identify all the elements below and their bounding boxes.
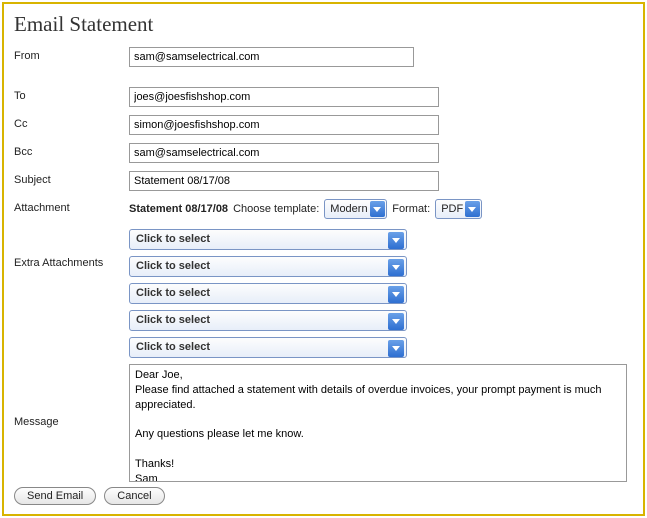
format-label: Format: <box>392 203 430 215</box>
label-from: From <box>14 47 129 62</box>
label-attachment: Attachment <box>14 199 129 214</box>
page-title: Email Statement <box>14 12 635 37</box>
send-email-button[interactable]: Send Email <box>14 487 96 505</box>
template-select-wrap[interactable]: Modern <box>324 199 387 219</box>
extra-attachment-4[interactable]: Click to select <box>129 310 407 331</box>
chevron-down-icon <box>388 232 404 249</box>
extra-attachment-3[interactable]: Click to select <box>129 283 407 304</box>
label-extra: Extra Attachments <box>14 227 129 269</box>
chevron-down-icon <box>388 340 404 357</box>
message-textarea[interactable] <box>129 364 627 482</box>
cancel-button[interactable]: Cancel <box>104 487 164 505</box>
label-to: To <box>14 87 129 102</box>
chevron-down-icon <box>388 313 404 330</box>
attachment-name: Statement 08/17/08 <box>129 203 228 215</box>
subject-input[interactable] <box>129 171 439 191</box>
label-bcc: Bcc <box>14 143 129 158</box>
extra-attachment-2[interactable]: Click to select <box>129 256 407 277</box>
label-message: Message <box>14 364 129 428</box>
bcc-input[interactable] <box>129 143 439 163</box>
chevron-down-icon <box>388 286 404 303</box>
email-statement-panel: Email Statement From To Cc Bcc Subject A… <box>2 2 645 516</box>
label-cc: Cc <box>14 115 129 130</box>
to-input[interactable] <box>129 87 439 107</box>
label-subject: Subject <box>14 171 129 186</box>
from-input[interactable] <box>129 47 414 67</box>
format-select[interactable]: PDF <box>435 199 482 219</box>
extra-attachment-1[interactable]: Click to select <box>129 229 407 250</box>
chevron-down-icon <box>388 259 404 276</box>
choose-template-label: Choose template: <box>233 203 319 215</box>
format-select-wrap[interactable]: PDF <box>435 199 482 219</box>
cc-input[interactable] <box>129 115 439 135</box>
template-select[interactable]: Modern <box>324 199 387 219</box>
extra-attachment-5[interactable]: Click to select <box>129 337 407 358</box>
